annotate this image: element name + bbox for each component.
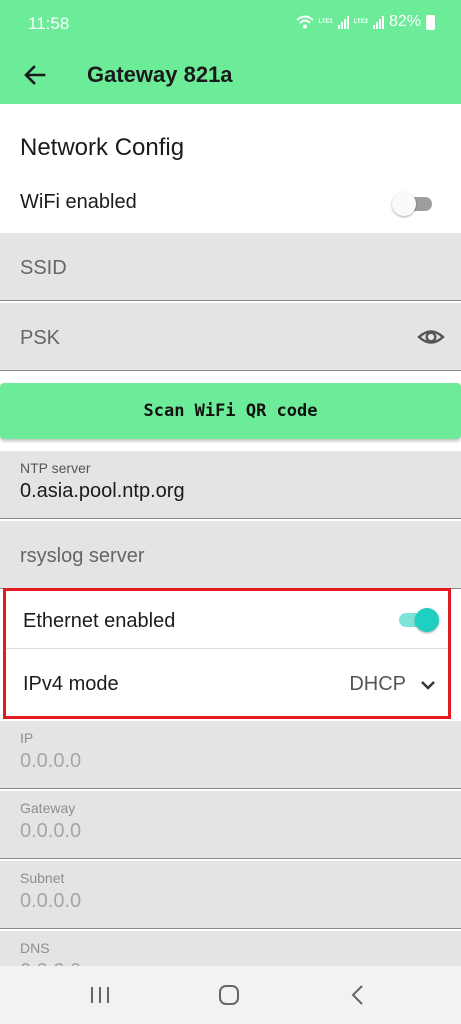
status-icons: LTE1 LTE2 82% — [295, 13, 435, 31]
ssid-placeholder: SSID — [20, 257, 67, 279]
ntp-server-label: NTP server — [20, 460, 91, 476]
dns-label: DNS — [20, 940, 50, 956]
scan-wifi-qr-button[interactable]: Scan WiFi QR code — [0, 383, 461, 439]
psk-placeholder: PSK — [20, 327, 61, 349]
wifi-enabled-row[interactable]: WiFi enabled — [0, 180, 461, 228]
system-nav-bar — [0, 966, 461, 1024]
chevron-down-icon[interactable] — [418, 675, 438, 695]
gateway-label: Gateway — [20, 800, 76, 816]
ntp-server-value: 0.asia.pool.ntp.org — [20, 480, 185, 502]
subnet-value: 0.0.0.0 — [20, 890, 82, 912]
rsyslog-server-field[interactable]: rsyslog server — [0, 521, 461, 589]
rsyslog-server-placeholder: rsyslog server — [20, 545, 145, 567]
recents-icon[interactable] — [85, 980, 115, 1010]
wifi-icon — [295, 15, 314, 29]
gateway-value: 0.0.0.0 — [20, 820, 82, 842]
ethernet-enabled-row[interactable]: Ethernet enabled — [6, 591, 448, 649]
battery-icon — [426, 14, 435, 30]
wifi-enabled-label: WiFi enabled — [20, 191, 137, 213]
page-title: Gateway 821a — [87, 62, 233, 87]
home-icon[interactable] — [214, 980, 244, 1010]
app-bar: Gateway 821a — [0, 48, 461, 104]
sim2-label: LTE2 — [353, 19, 368, 25]
gateway-field: Gateway 0.0.0.0 — [0, 791, 461, 859]
ipv4-mode-row[interactable]: IPv4 mode DHCP — [6, 650, 448, 716]
eye-icon[interactable] — [417, 325, 445, 349]
status-time: 11:58 — [28, 14, 70, 33]
ip-field: IP 0.0.0.0 — [0, 721, 461, 789]
signal-icon — [372, 15, 384, 29]
battery-percent: 82% — [388, 13, 421, 30]
ntp-server-field[interactable]: NTP server 0.asia.pool.ntp.org — [0, 451, 461, 519]
ipv4-mode-label: IPv4 mode — [23, 673, 119, 695]
subnet-field: Subnet 0.0.0.0 — [0, 861, 461, 929]
wifi-enabled-toggle[interactable] — [392, 191, 436, 217]
signal-icon — [337, 15, 349, 29]
ip-label: IP — [20, 730, 34, 746]
section-title: Network Config — [20, 134, 185, 161]
psk-field[interactable]: PSK — [0, 303, 461, 371]
arrow-back-icon[interactable] — [20, 60, 50, 90]
ethernet-enabled-toggle[interactable] — [395, 607, 439, 633]
ethernet-enabled-label: Ethernet enabled — [23, 610, 176, 632]
sim1-label: LTE1 — [318, 19, 333, 25]
subnet-label: Subnet — [20, 870, 65, 886]
ip-value: 0.0.0.0 — [20, 750, 82, 772]
highlight-box: Ethernet enabled IPv4 mode DHCP — [3, 588, 451, 719]
back-nav-icon[interactable] — [343, 980, 373, 1010]
ssid-field[interactable]: SSID — [0, 233, 461, 301]
ipv4-mode-value[interactable]: DHCP — [349, 673, 406, 696]
status-bar: 11:58 LTE1 LTE2 82% — [0, 0, 461, 48]
